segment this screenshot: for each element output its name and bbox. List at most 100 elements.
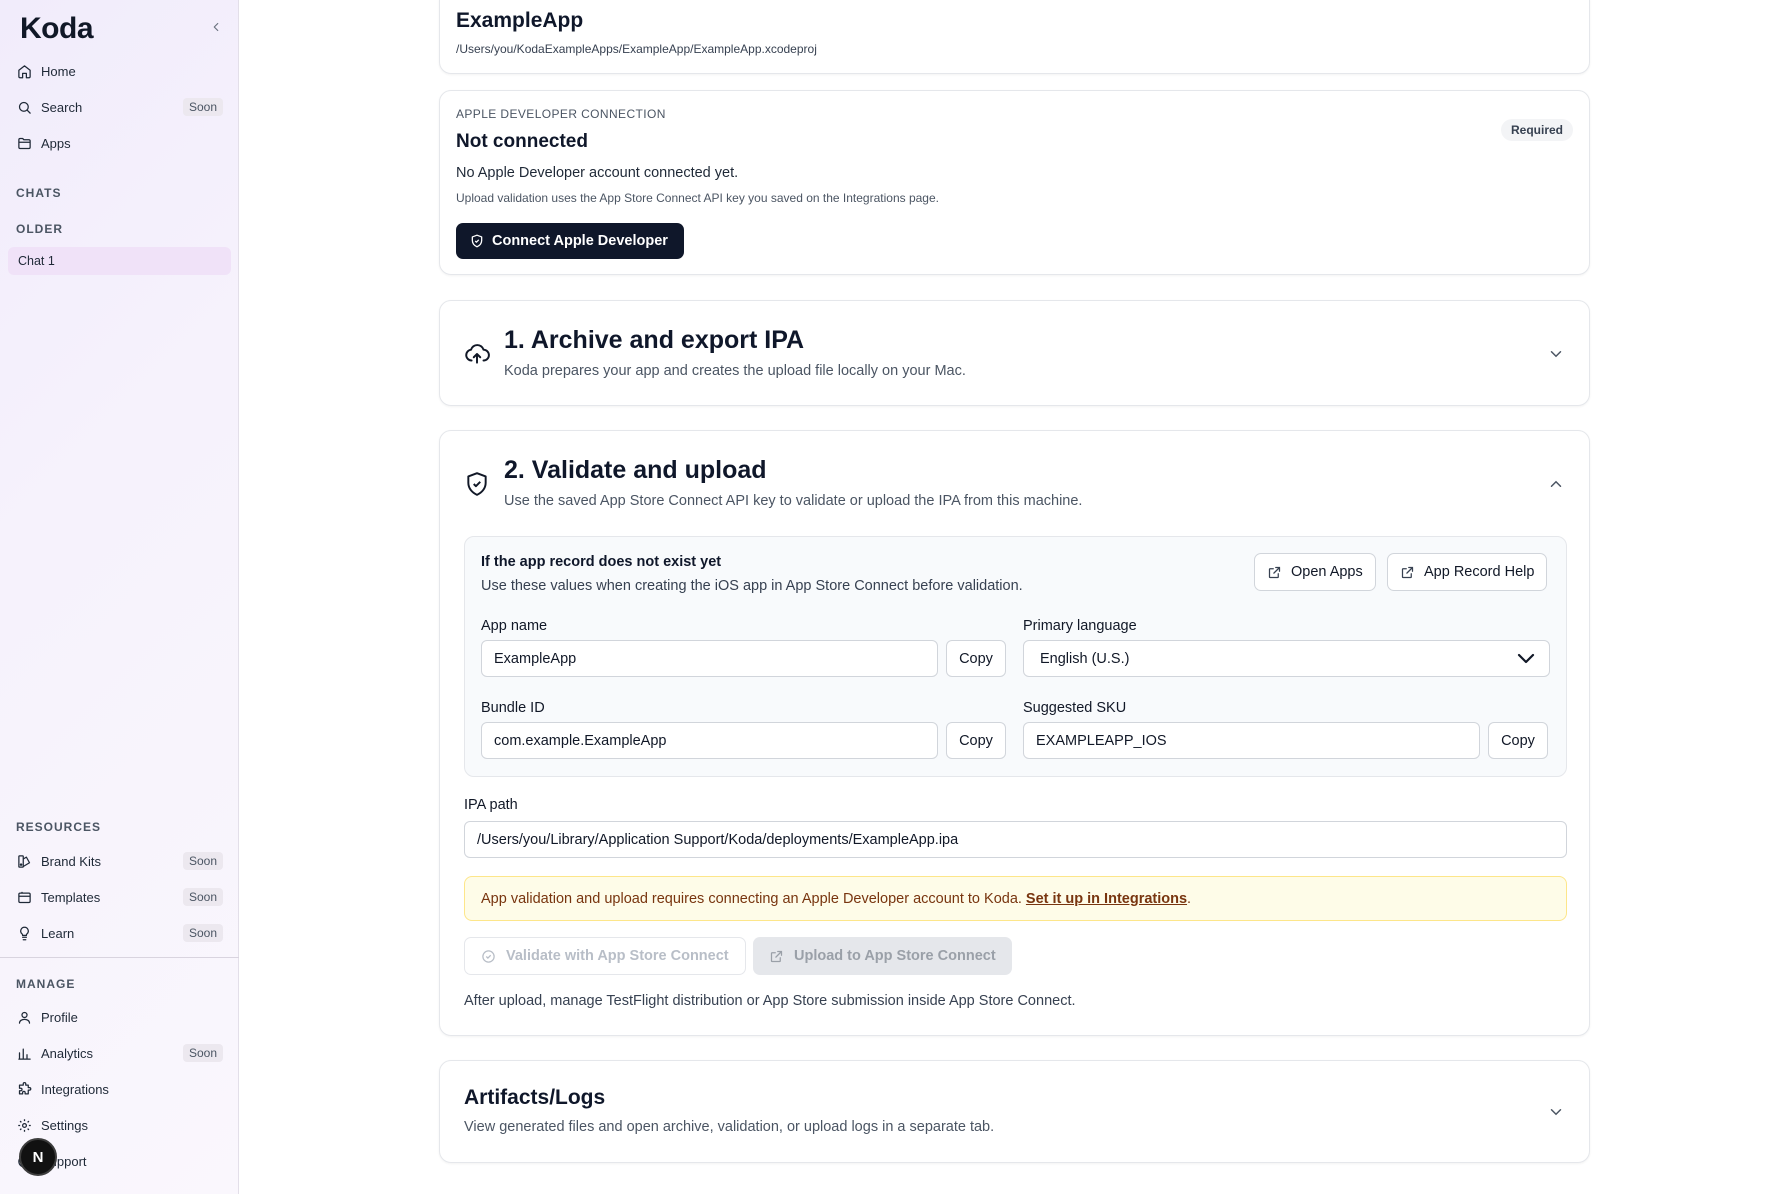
ipa-path-input[interactable]: /Users/you/Library/Application Support/K… bbox=[464, 821, 1567, 858]
sidebar-item-analytics[interactable]: Analytics Soon bbox=[8, 1038, 231, 1068]
gear-icon bbox=[18, 1118, 31, 1132]
folder-icon bbox=[18, 137, 31, 149]
app-record-subtitle: Use these values when creating the iOS a… bbox=[481, 578, 1023, 594]
chevron-down-icon[interactable] bbox=[1547, 345, 1565, 363]
avatar[interactable]: N bbox=[19, 1138, 57, 1176]
search-icon bbox=[18, 101, 31, 114]
brand-logo: Koda bbox=[20, 12, 94, 45]
sidebar-item-search[interactable]: Search Soon bbox=[8, 92, 231, 122]
primary-language-value: English (U.S.) bbox=[1040, 650, 1130, 667]
warning-text: App validation and upload requires conne… bbox=[481, 890, 1022, 907]
app-record-help-label: App Record Help bbox=[1424, 564, 1535, 580]
connect-apple-developer-button[interactable]: Connect Apple Developer bbox=[456, 223, 684, 259]
upload-label: Upload to App Store Connect bbox=[794, 948, 996, 964]
bundle-id-input[interactable]: com.example.ExampleApp bbox=[481, 722, 938, 759]
home-icon bbox=[18, 64, 31, 78]
sidebar-item-label: Analytics bbox=[41, 1045, 94, 1061]
integrations-link[interactable]: Set it up in Integrations bbox=[1026, 891, 1187, 907]
connection-description: No Apple Developer account connected yet… bbox=[456, 165, 739, 181]
chevron-up-icon[interactable] bbox=[1547, 475, 1565, 493]
chat-item[interactable]: Chat 1 bbox=[8, 247, 231, 275]
copy-app-name-button[interactable]: Copy bbox=[946, 640, 1006, 677]
step-validate-card: 2. Validate and upload Use the saved App… bbox=[439, 430, 1590, 1036]
chevron-down-icon[interactable] bbox=[1547, 1103, 1565, 1121]
user-icon bbox=[18, 1011, 31, 1024]
required-badge: Required bbox=[1500, 119, 1573, 141]
soon-badge: Soon bbox=[182, 924, 223, 942]
sidebar-item-integrations[interactable]: Integrations bbox=[8, 1074, 231, 1104]
open-apps-button[interactable]: Open Apps bbox=[1254, 553, 1376, 591]
artifacts-subtitle: View generated files and open archive, v… bbox=[464, 1119, 995, 1135]
open-apps-label: Open Apps bbox=[1291, 564, 1363, 580]
chevron-down-icon bbox=[1517, 653, 1535, 664]
connection-note: Upload validation uses the App Store Con… bbox=[456, 191, 939, 205]
app-name-input[interactable]: ExampleApp bbox=[481, 640, 938, 677]
primary-language-label: Primary language bbox=[1023, 618, 1137, 634]
sidebar-item-label: Templates bbox=[41, 889, 101, 905]
app-record-help-button[interactable]: App Record Help bbox=[1387, 553, 1548, 591]
app-name-label: App name bbox=[481, 618, 548, 634]
bundle-id-label: Bundle ID bbox=[481, 700, 545, 716]
integration-warning: App validation and upload requires conne… bbox=[464, 876, 1567, 921]
upload-button[interactable]: Upload to App Store Connect bbox=[753, 937, 1012, 975]
project-title: ExampleApp bbox=[456, 9, 584, 32]
warning-end: . bbox=[1187, 890, 1192, 907]
sidebar-item-label: Brand Kits bbox=[41, 853, 101, 869]
step-archive-title: 1. Archive and export IPA bbox=[504, 326, 805, 354]
chart-icon bbox=[18, 1048, 31, 1060]
manage-section-label: MANAGE bbox=[16, 977, 76, 991]
ipa-path-label: IPA path bbox=[464, 797, 518, 813]
sidebar-item-profile[interactable]: Profile bbox=[8, 1002, 231, 1032]
external-link-icon bbox=[1268, 566, 1281, 578]
brand-kit-icon bbox=[18, 854, 31, 868]
puzzle-icon bbox=[18, 1081, 32, 1094]
sidebar-item-settings[interactable]: Settings bbox=[8, 1110, 231, 1140]
sidebar-item-label: Apps bbox=[41, 135, 71, 151]
validate-button[interactable]: Validate with App Store Connect bbox=[464, 937, 746, 975]
connect-apple-developer-label: Connect Apple Developer bbox=[492, 233, 668, 249]
soon-badge: Soon bbox=[182, 852, 223, 870]
sidebar-item-learn[interactable]: Learn Soon bbox=[8, 918, 231, 948]
chats-section-label: CHATS bbox=[16, 186, 62, 200]
step-archive-card[interactable]: 1. Archive and export IPA Koda prepares … bbox=[439, 300, 1590, 406]
cloud-upload-icon bbox=[465, 344, 490, 364]
project-path: /Users/you/KodaExampleApps/ExampleApp/Ex… bbox=[456, 42, 817, 56]
testflight-note: After upload, manage TestFlight distribu… bbox=[464, 993, 1076, 1009]
step-archive-subtitle: Koda prepares your app and creates the u… bbox=[504, 363, 966, 379]
soon-badge: Soon bbox=[182, 98, 223, 116]
templates-icon bbox=[18, 891, 31, 903]
check-circle-icon bbox=[482, 949, 495, 963]
soon-badge: Soon bbox=[182, 1044, 223, 1062]
sidebar-item-label: Settings bbox=[41, 1117, 88, 1133]
suggested-sku-input[interactable]: EXAMPLEAPP_IOS bbox=[1023, 722, 1480, 759]
sidebar-item-label: Profile bbox=[41, 1009, 78, 1025]
sidebar-item-home[interactable]: Home bbox=[8, 56, 231, 86]
artifacts-title: Artifacts/Logs bbox=[464, 1086, 606, 1109]
step-validate-subtitle: Use the saved App Store Connect API key … bbox=[504, 493, 1083, 509]
validate-label: Validate with App Store Connect bbox=[506, 948, 729, 964]
copy-bundle-id-button[interactable]: Copy bbox=[946, 722, 1006, 759]
collapse-sidebar-button[interactable] bbox=[205, 16, 227, 38]
resources-section-label: RESOURCES bbox=[16, 820, 102, 834]
sidebar-item-label: Search bbox=[41, 99, 83, 115]
sidebar: Koda Home Search Soon Apps CHATS OLDER C… bbox=[0, 0, 239, 1194]
sidebar-divider bbox=[0, 957, 239, 958]
sidebar-item-templates[interactable]: Templates Soon bbox=[8, 882, 231, 912]
copy-sku-button[interactable]: Copy bbox=[1488, 722, 1548, 759]
artifacts-card[interactable]: Artifacts/Logs View generated files and … bbox=[439, 1060, 1590, 1163]
step-validate-title: 2. Validate and upload bbox=[504, 456, 767, 484]
suggested-sku-label: Suggested SKU bbox=[1023, 700, 1127, 716]
apple-developer-card: APPLE DEVELOPER CONNECTION Not connected… bbox=[439, 90, 1590, 275]
external-link-icon bbox=[1401, 566, 1414, 578]
shield-check-icon bbox=[467, 472, 487, 496]
connection-status-title: Not connected bbox=[456, 131, 588, 152]
sidebar-item-apps[interactable]: Apps bbox=[8, 128, 231, 158]
sidebar-item-brand-kits[interactable]: Brand Kits Soon bbox=[8, 846, 231, 876]
app-record-title: If the app record does not exist yet bbox=[481, 554, 722, 570]
chevron-left-icon bbox=[213, 22, 219, 32]
project-card: ExampleApp /Users/you/KodaExampleApps/Ex… bbox=[439, 0, 1590, 74]
primary-language-select[interactable]: English (U.S.) bbox=[1023, 640, 1550, 677]
shield-icon bbox=[471, 234, 483, 248]
sidebar-item-label: Integrations bbox=[41, 1081, 109, 1097]
soon-badge: Soon bbox=[182, 888, 223, 906]
